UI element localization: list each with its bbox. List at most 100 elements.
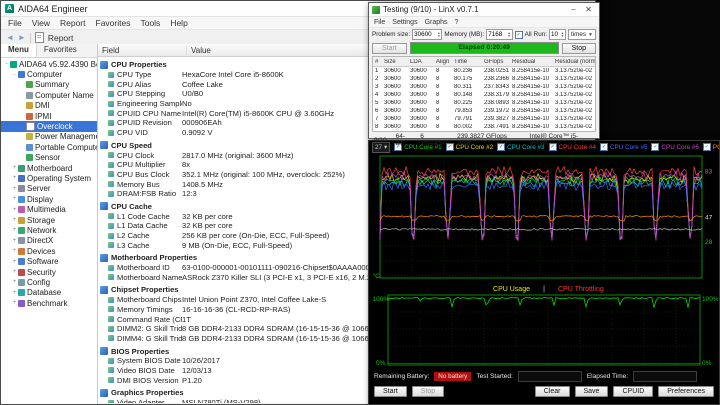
- sidebar-item-aida64-v5-92-4390-beta[interactable]: -AIDA64 v5.92.4390 Beta: [1, 59, 97, 69]
- results-column-header[interactable]: Align: [434, 59, 452, 65]
- sidebar-item-benchmark[interactable]: +Benchmark: [1, 298, 97, 308]
- results-row[interactable]: 23060030600880.175238.23668.258415e-103.…: [373, 75, 595, 83]
- results-column-header[interactable]: Residual: [510, 59, 553, 65]
- stop-button[interactable]: Stop: [412, 386, 444, 397]
- back-icon[interactable]: ◄: [6, 33, 14, 42]
- spinner-icon[interactable]: ▲▼: [508, 32, 512, 37]
- sidebar-item-multimedia[interactable]: +Multimedia: [1, 204, 97, 214]
- legend-checkbox[interactable]: ✓: [651, 143, 659, 151]
- linx-menubar-item-Settings[interactable]: Settings: [392, 19, 417, 26]
- tree-expander-icon[interactable]: +: [11, 227, 18, 233]
- results-row[interactable]: 63060030600879.853239.19728.258415e-103.…: [373, 107, 595, 115]
- sidebar-item-overclock[interactable]: Overclock: [1, 121, 97, 131]
- field-column-header[interactable]: Field: [98, 46, 187, 55]
- sidebar-item-summary[interactable]: Summary: [1, 80, 97, 90]
- tree-expander-icon[interactable]: +: [11, 175, 18, 181]
- sidebar-item-software[interactable]: +Software: [1, 256, 97, 266]
- legend-item-pch-diode[interactable]: ✓PCH Diode: [703, 143, 719, 151]
- sidebar-item-computer-name[interactable]: Computer Name: [1, 90, 97, 100]
- clear-button[interactable]: Clear: [535, 386, 570, 397]
- results-row[interactable]: 43060030600880.148238.31798.258415e-103.…: [373, 91, 595, 99]
- tree-expander-icon[interactable]: +: [11, 269, 18, 275]
- sidebar-item-dmi[interactable]: DMI: [1, 101, 97, 111]
- report-button[interactable]: Report: [48, 33, 74, 43]
- run-count-input[interactable]: ▲▼: [549, 29, 566, 40]
- results-row[interactable]: 53060030600880.225238.08938.258415e-103.…: [373, 99, 595, 107]
- run-unit-select[interactable]: times ▼: [568, 29, 596, 40]
- results-row[interactable]: 33060030600880.311237.83438.258415e-103.…: [373, 83, 595, 91]
- linx-menubar-item-help[interactable]: ?: [455, 19, 459, 26]
- legend-checkbox[interactable]: ✓: [703, 143, 711, 151]
- menubar-item-favorites[interactable]: Favorites: [91, 18, 136, 28]
- linx-minimize-button[interactable]: –: [566, 5, 581, 14]
- results-row[interactable]: 73060030600879.791239.38278.258415e-103.…: [373, 115, 595, 123]
- menubar-item-view[interactable]: View: [27, 18, 55, 28]
- start-button[interactable]: Start: [372, 43, 407, 54]
- sidebar-item-portable-computer[interactable]: Portable Computer: [1, 142, 97, 152]
- legend-checkbox[interactable]: ✓: [600, 143, 608, 151]
- all-memory-checkbox[interactable]: ✓: [515, 31, 523, 39]
- sidebar-item-network[interactable]: +Network: [1, 225, 97, 235]
- sidebar-item-motherboard[interactable]: +Motherboard: [1, 163, 97, 173]
- sidebar-item-database[interactable]: +Database: [1, 288, 97, 298]
- tree-expander-icon[interactable]: +: [11, 165, 18, 171]
- results-column-header[interactable]: Time: [452, 59, 482, 65]
- tree-expander-icon[interactable]: +: [11, 196, 18, 202]
- sidebar-item-computer[interactable]: -Computer: [1, 69, 97, 79]
- results-row[interactable]: 13060030600880.236238.02518.258415e-103.…: [373, 67, 595, 75]
- tree-expander-icon[interactable]: -: [3, 61, 10, 67]
- linx-menubar-item-File[interactable]: File: [374, 19, 385, 26]
- sidebar-item-operating-system[interactable]: +Operating System: [1, 173, 97, 183]
- menubar-item-report[interactable]: Report: [55, 18, 91, 28]
- menubar-item-help[interactable]: Help: [165, 18, 192, 28]
- tree-expander-icon[interactable]: +: [11, 259, 18, 265]
- preferences-button[interactable]: Preferences: [658, 386, 714, 397]
- menubar-item-file[interactable]: File: [3, 18, 27, 28]
- tab-menu[interactable]: Menu: [1, 44, 37, 57]
- memory-input[interactable]: ▲▼: [486, 29, 512, 40]
- linx-close-button[interactable]: ✕: [581, 5, 596, 14]
- tree-expander-icon[interactable]: +: [11, 290, 18, 296]
- forward-icon[interactable]: ►: [18, 33, 26, 42]
- menubar-item-tools[interactable]: Tools: [135, 18, 165, 28]
- run-count-field[interactable]: [550, 31, 561, 38]
- legend-item-cpu-core-6[interactable]: ✓CPU Core #6: [651, 143, 698, 151]
- sidebar-item-sensor[interactable]: Sensor: [1, 153, 97, 163]
- tree-expander-icon[interactable]: +: [11, 300, 18, 306]
- cpuid-button[interactable]: CPUID: [613, 386, 653, 397]
- problem-size-field[interactable]: [413, 31, 437, 38]
- tree-expander-icon[interactable]: +: [11, 279, 18, 285]
- tree-expander-icon[interactable]: +: [11, 207, 18, 213]
- results-column-header[interactable]: LDA: [408, 59, 434, 65]
- memory-field[interactable]: [487, 31, 507, 38]
- sidebar-item-directx[interactable]: +DirectX: [1, 236, 97, 246]
- spinner-icon[interactable]: ▲▼: [437, 32, 441, 37]
- tree-expander-icon[interactable]: -: [11, 72, 18, 78]
- linx-menubar-item-Graphs[interactable]: Graphs: [425, 19, 448, 26]
- sidebar-item-devices[interactable]: +Devices: [1, 246, 97, 256]
- results-column-header[interactable]: Residual (norm.): [553, 59, 595, 65]
- sidebar-item-config[interactable]: +Config: [1, 277, 97, 287]
- results-column-header[interactable]: GFlops: [482, 59, 510, 65]
- start-button[interactable]: Start: [374, 386, 407, 397]
- linx-titlebar[interactable]: Testing (9/10) - LinX v0.7.1 – ✕: [369, 3, 599, 17]
- spinner-icon[interactable]: ▲▼: [561, 32, 565, 37]
- results-column-header[interactable]: #: [373, 59, 382, 65]
- results-column-header[interactable]: Size: [382, 59, 408, 65]
- sidebar-item-power-management[interactable]: Power Management: [1, 132, 97, 142]
- tree-expander-icon[interactable]: +: [11, 186, 18, 192]
- tree-expander-icon[interactable]: +: [11, 238, 18, 244]
- results-row[interactable]: 83060030600880.002238.74918.258415e-103.…: [373, 123, 595, 131]
- save-button[interactable]: Save: [575, 386, 609, 397]
- tab-favorites[interactable]: Favorites: [37, 44, 84, 57]
- stop-button[interactable]: Stop: [562, 43, 596, 54]
- sidebar-item-display[interactable]: +Display: [1, 194, 97, 204]
- tree-expander-icon[interactable]: +: [11, 217, 18, 223]
- sidebar-item-ipmi[interactable]: IPMI: [1, 111, 97, 121]
- sidebar-item-security[interactable]: +Security: [1, 267, 97, 277]
- tree-expander-icon[interactable]: +: [11, 248, 18, 254]
- sidebar-item-server[interactable]: +Server: [1, 184, 97, 194]
- report-icon[interactable]: [35, 32, 44, 43]
- problem-size-input[interactable]: ▲▼: [412, 29, 442, 40]
- legend-item-cpu-core-5[interactable]: ✓CPU Core #5: [600, 143, 647, 151]
